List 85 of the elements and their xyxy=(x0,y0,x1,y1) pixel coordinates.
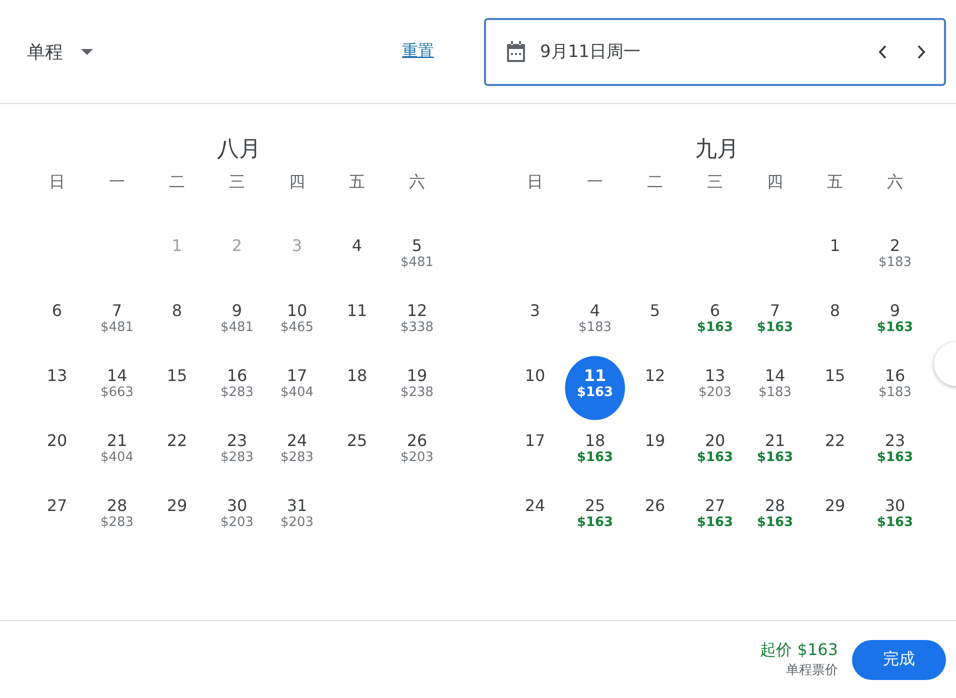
calendar-day[interactable]: 18 xyxy=(327,356,387,420)
calendar-day[interactable]: 17 xyxy=(505,421,565,485)
calendar-day[interactable]: 19 xyxy=(625,421,685,485)
calendar-day[interactable]: 27 $163 xyxy=(685,486,745,550)
calendar-day[interactable]: 5 $481 xyxy=(387,226,447,290)
calendar-day[interactable]: 5 xyxy=(625,291,685,355)
calendar-day[interactable]: 20 xyxy=(27,421,87,485)
calendar-day[interactable]: 9 $163 xyxy=(865,291,925,355)
calendar-day[interactable]: 9 $481 xyxy=(207,291,267,355)
calendar-day[interactable]: 24 xyxy=(505,486,565,550)
calendar-day[interactable]: 10 xyxy=(505,356,565,420)
month-title: 九月 xyxy=(694,136,740,164)
calendar-icon xyxy=(506,40,526,62)
calendar-day[interactable]: 15 xyxy=(805,356,865,420)
month-title: 八月 xyxy=(216,136,262,164)
weekday-label: 四 xyxy=(288,171,306,193)
chevron-left-icon xyxy=(878,44,887,58)
calendar-day[interactable]: 12 $338 xyxy=(387,291,447,355)
calendar-day[interactable]: 21 $163 xyxy=(745,421,805,485)
trip-type-dropdown[interactable]: 单程 xyxy=(27,40,93,64)
calendar-day[interactable]: 3 xyxy=(505,291,565,355)
weekday-label: 一 xyxy=(586,171,604,193)
calendar-day[interactable]: 23 $163 xyxy=(865,421,925,485)
calendar-day[interactable]: 12 xyxy=(625,356,685,420)
weekday-label: 四 xyxy=(766,171,784,193)
calendar-day[interactable]: 23 $283 xyxy=(207,421,267,485)
calendar-day[interactable]: 14 $663 xyxy=(87,356,147,420)
calendar-day[interactable]: 21 $404 xyxy=(87,421,147,485)
calendar-day[interactable]: 15 xyxy=(147,356,207,420)
calendar-day[interactable]: 19 $238 xyxy=(387,356,447,420)
calendar-day[interactable]: 28 $283 xyxy=(87,486,147,550)
calendar-day[interactable]: 25 xyxy=(327,421,387,485)
calendar-day[interactable]: 6 xyxy=(27,291,87,355)
chevron-right-icon xyxy=(917,44,926,58)
price-note: 单程票价 xyxy=(786,662,838,679)
calendar-day[interactable]: 20 $163 xyxy=(685,421,745,485)
calendar-day[interactable]: 24 $283 xyxy=(267,421,327,485)
calendar-day[interactable]: 11 xyxy=(327,291,387,355)
calendar-day[interactable]: 22 xyxy=(147,421,207,485)
weekday-label: 六 xyxy=(408,171,426,193)
calendar-day[interactable]: 8 xyxy=(805,291,865,355)
weekday-label: 日 xyxy=(48,171,66,193)
calendar-day[interactable]: 2 $183 xyxy=(865,226,925,290)
done-button[interactable]: 完成 xyxy=(852,640,946,680)
weekday-label: 六 xyxy=(886,171,904,193)
calendar-day[interactable]: 26 xyxy=(625,486,685,550)
calendar-day[interactable]: 4 xyxy=(327,226,387,290)
calendar-day[interactable]: 11 $163 xyxy=(565,356,625,420)
weekday-label: 三 xyxy=(228,171,246,193)
starting-price: 起价 $163 xyxy=(760,640,838,661)
date-value: 9月11日周一 xyxy=(540,41,642,63)
calendar-day[interactable]: 31 $203 xyxy=(267,486,327,550)
calendar-day[interactable]: 28 $163 xyxy=(745,486,805,550)
calendar-day[interactable]: 29 xyxy=(147,486,207,550)
calendar-day[interactable]: 7 $481 xyxy=(87,291,147,355)
weekday-label: 二 xyxy=(646,171,664,193)
calendar-day[interactable]: 4 $183 xyxy=(565,291,625,355)
calendar-day[interactable]: 22 xyxy=(805,421,865,485)
calendar-day[interactable]: 6 $163 xyxy=(685,291,745,355)
calendar-day[interactable]: 14 $183 xyxy=(745,356,805,420)
date-field[interactable]: 9月11日周一 xyxy=(484,18,946,86)
weekday-label: 一 xyxy=(108,171,126,193)
calendar-day[interactable]: 16 $283 xyxy=(207,356,267,420)
calendar-day[interactable]: 30 $163 xyxy=(865,486,925,550)
calendar-day[interactable]: 7 $163 xyxy=(745,291,805,355)
caret-icon xyxy=(81,48,93,54)
weekday-label: 二 xyxy=(168,171,186,193)
calendar-day[interactable]: 29 xyxy=(805,486,865,550)
calendar-day[interactable]: 8 xyxy=(147,291,207,355)
calendar-day[interactable]: 10 $465 xyxy=(267,291,327,355)
calendar-day[interactable]: 1 xyxy=(805,226,865,290)
weekday-label: 五 xyxy=(348,171,366,193)
weekday-label: 三 xyxy=(706,171,724,193)
weekday-label: 日 xyxy=(526,171,544,193)
calendar-day[interactable]: 17 $404 xyxy=(267,356,327,420)
reset-link[interactable]: 重置 xyxy=(402,41,434,62)
calendar-day[interactable]: 18 $163 xyxy=(565,421,625,485)
weekday-label: 五 xyxy=(826,171,844,193)
calendar-day[interactable]: 26 $203 xyxy=(387,421,447,485)
calendar-day[interactable]: 27 xyxy=(27,486,87,550)
calendar-day[interactable]: 16 $183 xyxy=(865,356,925,420)
calendar-day[interactable]: 30 $203 xyxy=(207,486,267,550)
calendar-day[interactable]: 25 $163 xyxy=(565,486,625,550)
calendar-day[interactable]: 13 xyxy=(27,356,87,420)
calendar-day[interactable]: 13 $203 xyxy=(685,356,745,420)
